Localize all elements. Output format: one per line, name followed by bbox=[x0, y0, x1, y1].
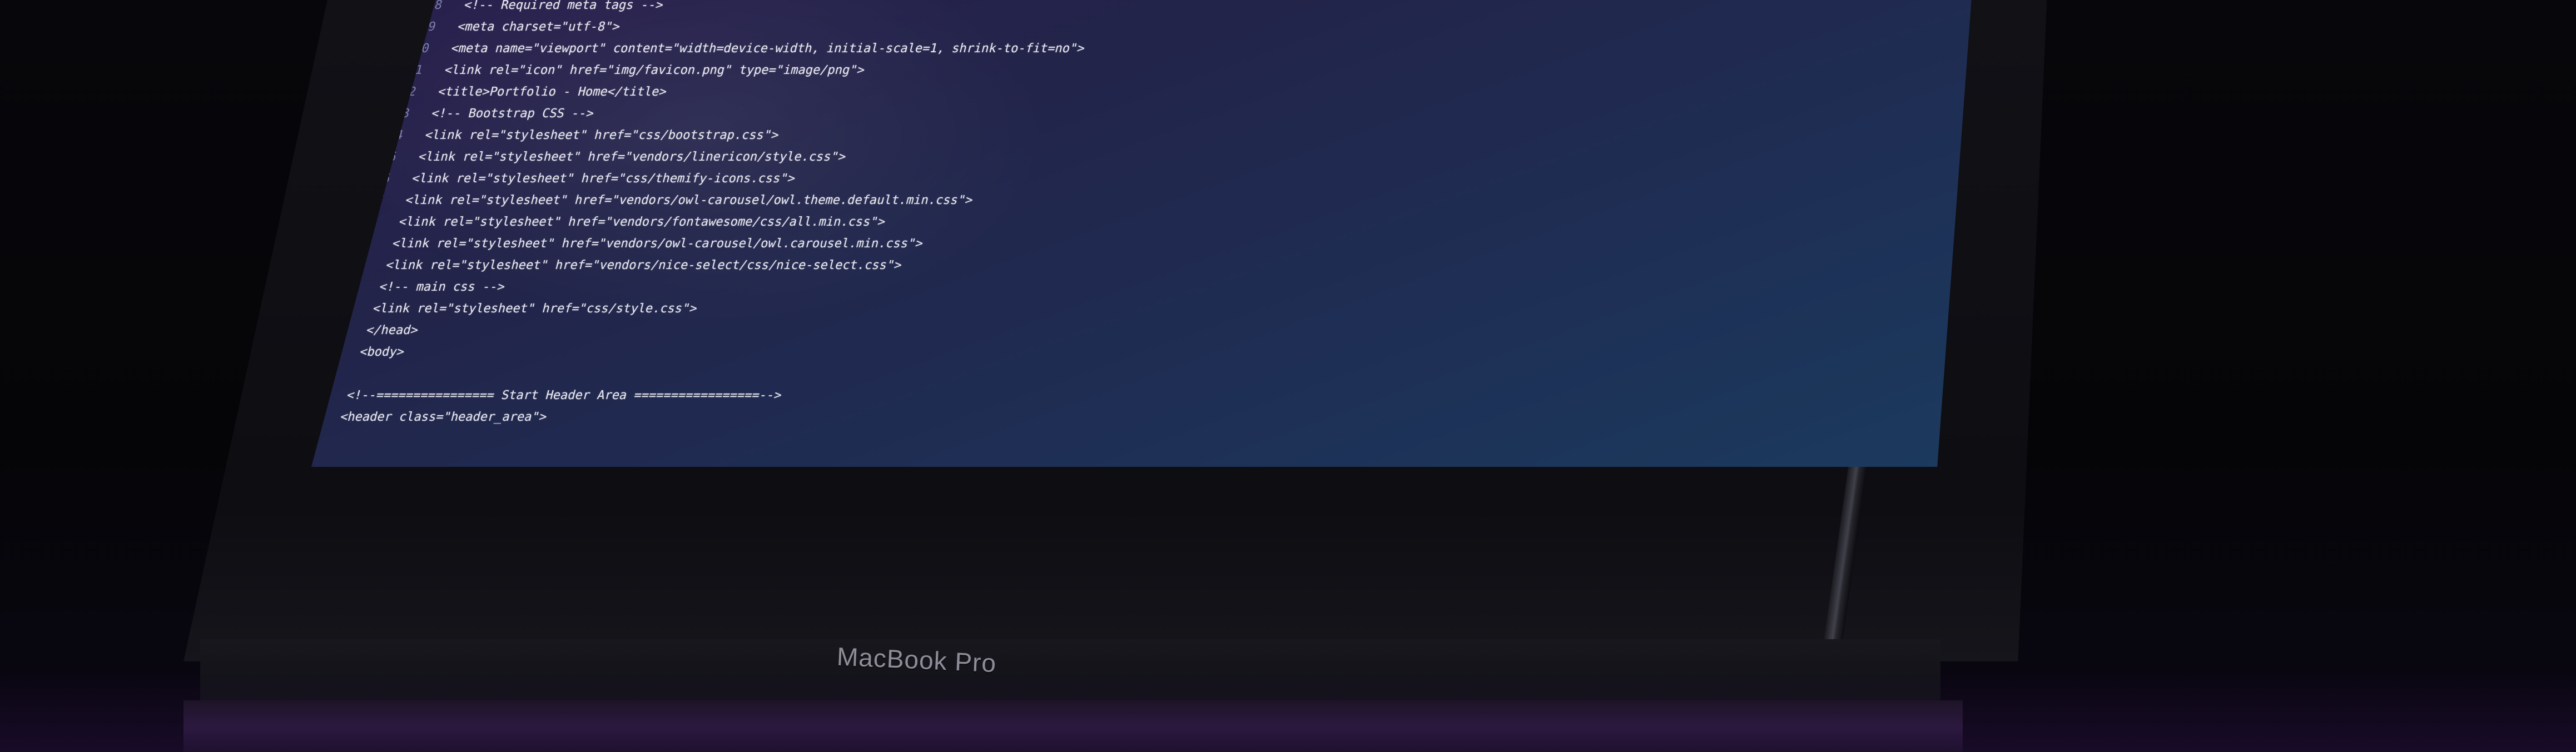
code-text: <link rel="stylesheet" href="vendors/fon… bbox=[397, 215, 887, 229]
code-text: <meta name="viewport" content="width=dev… bbox=[449, 42, 1086, 56]
photo-scene: 18<!-- Required meta tags -->19<meta cha… bbox=[0, 0, 2576, 752]
code-line: 30<link rel="stylesheet" href="vendors/n… bbox=[311, 255, 1764, 276]
code-line: 27<link rel="stylesheet" href="vendors/o… bbox=[320, 190, 1781, 211]
code-line: 18 <!-- Required meta tags --> bbox=[378, 0, 1829, 16]
laptop-screen: 18<!-- Required meta tags -->19<meta cha… bbox=[311, 0, 1974, 467]
code-text: <meta charset="utf-8"> bbox=[456, 20, 622, 34]
code-text: <link rel="stylesheet" href="css/style.c… bbox=[371, 302, 699, 316]
code-line: 19<meta charset="utf-8"> bbox=[372, 16, 1824, 38]
code-text: <link rel="stylesheet" href="vendors/lin… bbox=[416, 150, 848, 164]
code-line: 23<!-- Bootstrap CSS --> bbox=[346, 103, 1803, 124]
code-text: <!-- main css --> bbox=[378, 280, 507, 294]
code-text: <title>Portfolio - Home</title> bbox=[436, 85, 668, 99]
code-line: 26<link rel="stylesheet" href="css/themi… bbox=[326, 168, 1786, 190]
code-text: <body> bbox=[358, 345, 406, 359]
code-line: 22<title>Portfolio - Home</title> bbox=[352, 81, 1808, 103]
code-line: 35 bbox=[311, 363, 1738, 385]
code-text: <!-- Bootstrap CSS --> bbox=[430, 107, 596, 121]
code-text: <!-- Required meta tags --> bbox=[463, 0, 665, 12]
code-text: <link rel="icon" href="img/favicon.png" … bbox=[443, 63, 867, 77]
code-line: 32<link rel="stylesheet" href="css/style… bbox=[311, 298, 1754, 320]
surface-reflection bbox=[0, 667, 2576, 752]
code-line: 21<link rel="icon" href="img/favicon.png… bbox=[359, 59, 1813, 81]
code-line: 20<meta name="viewport" content="width=d… bbox=[365, 38, 1819, 59]
code-text: <link rel="stylesheet" href="css/bootstr… bbox=[423, 128, 781, 142]
code-line: 34<body> bbox=[311, 341, 1743, 363]
code-editor: 18<!-- Required meta tags -->19<meta cha… bbox=[311, 0, 1829, 467]
code-text: </head> bbox=[365, 323, 420, 337]
code-line: 29<link rel="stylesheet" href="vendors/o… bbox=[311, 233, 1770, 255]
code-text: <link rel="stylesheet" href="vendors/owl… bbox=[404, 193, 975, 207]
code-text: <!--================ Start Header Area =… bbox=[345, 389, 783, 402]
code-line: 33</head> bbox=[311, 320, 1748, 341]
code-text: <link rel="stylesheet" href="css/themify… bbox=[410, 172, 797, 186]
code-line: 31<!-- main css --> bbox=[311, 276, 1759, 298]
code-line: 37<header class="header_area"> bbox=[311, 406, 1726, 428]
code-text: <link rel="stylesheet" href="vendors/owl… bbox=[391, 237, 925, 251]
code-line: 28<link rel="stylesheet" href="vendors/f… bbox=[313, 211, 1775, 233]
code-line: 25<link rel="stylesheet" href="vendors/l… bbox=[332, 146, 1791, 168]
code-text: <link rel="stylesheet" href="vendors/nic… bbox=[384, 258, 904, 272]
code-line: 36<!--================ Start Header Area… bbox=[311, 385, 1732, 406]
code-text: <header class="header_area"> bbox=[339, 410, 549, 424]
code-line: 24<link rel="stylesheet" href="css/boots… bbox=[339, 124, 1797, 146]
